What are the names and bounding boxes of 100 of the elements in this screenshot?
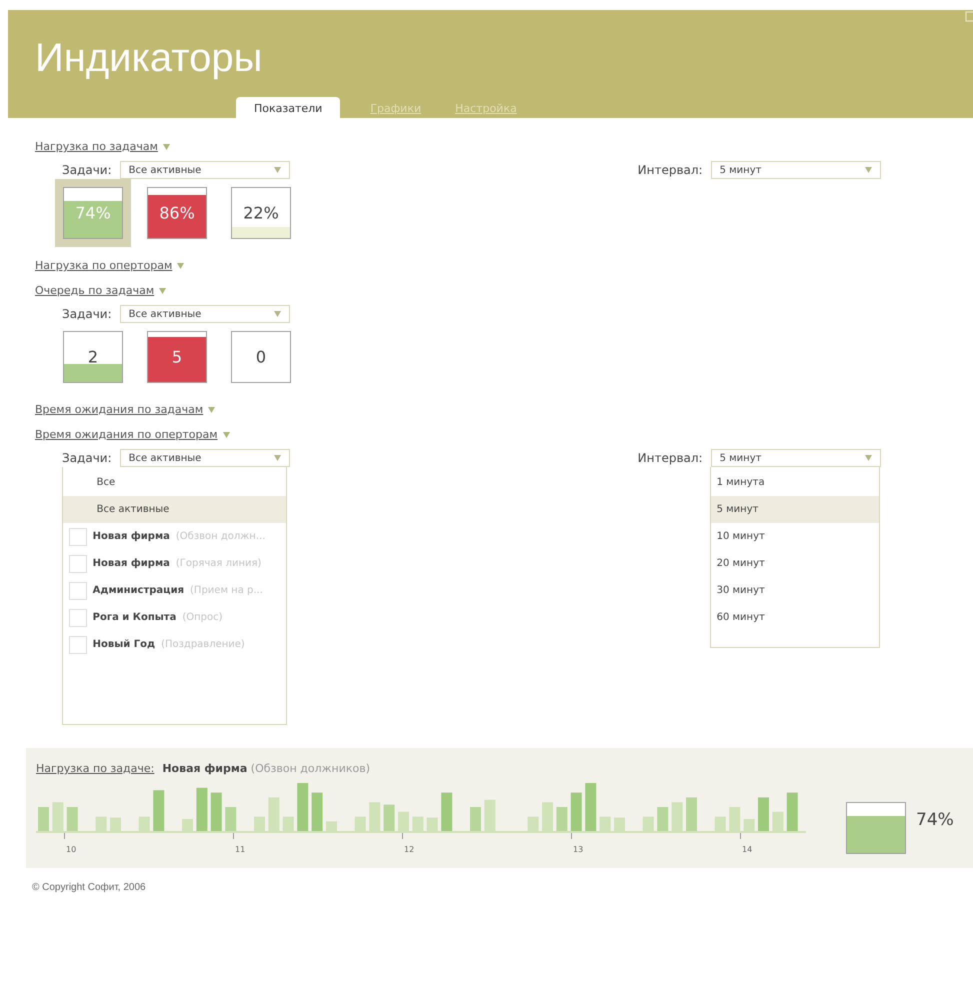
caret-icon <box>864 167 872 173</box>
option-note: (Прием на р... <box>190 585 263 596</box>
meter-value: 74% <box>74 204 112 222</box>
chart-bar <box>384 804 395 831</box>
chart-bar <box>657 807 668 831</box>
chart-bar <box>686 797 697 831</box>
chart-bar <box>153 790 164 831</box>
window-icon[interactable] <box>965 10 973 22</box>
chart-bar <box>470 807 481 831</box>
dropdown-option[interactable]: 10 минут <box>710 523 879 550</box>
chart-bar <box>297 783 308 831</box>
dropdown-option[interactable]: 5 минут <box>710 496 879 523</box>
chart-bar <box>312 792 323 831</box>
option-name[interactable]: Рога и Копыта <box>92 612 176 623</box>
dropdown-option[interactable]: 30 минут <box>710 577 879 604</box>
meter-value: 86% <box>158 204 196 222</box>
checkbox[interactable] <box>68 608 87 626</box>
chart-bar <box>426 818 438 831</box>
chart-bar <box>412 816 424 831</box>
chart-bar <box>326 821 337 831</box>
tab[interactable]: Показатели <box>236 97 340 118</box>
meter-value: 0 <box>254 348 268 366</box>
select-field[interactable]: Все активные <box>120 305 290 323</box>
select-field[interactable]: Все активные <box>120 161 290 179</box>
triangle-icon[interactable] <box>222 432 230 438</box>
chart-bar <box>744 819 755 831</box>
chart-bar <box>138 816 150 831</box>
field-label: Задачи: <box>62 307 112 321</box>
section-link[interactable]: Нагрузка по оперторам <box>35 259 172 272</box>
option-note: (Обзвон должн... <box>176 531 266 542</box>
chart-bar <box>484 800 496 831</box>
option-note: (Опрос) <box>182 612 223 623</box>
chart-bar <box>96 816 107 831</box>
triangle-icon[interactable] <box>177 262 184 268</box>
checkbox[interactable] <box>68 528 87 546</box>
meter-value: 5 <box>170 348 184 366</box>
caret-icon <box>274 167 281 173</box>
section-link[interactable]: Время ожидания по оперторам <box>35 428 218 441</box>
select-field[interactable]: 5 минут <box>710 161 881 179</box>
chart-bar <box>528 816 539 831</box>
chart-bar <box>52 802 64 831</box>
meter-value: 22% <box>242 204 280 222</box>
option-name[interactable]: Новый Год <box>92 639 156 650</box>
chart-bar <box>729 807 740 831</box>
section-link[interactable]: Нагрузка по задачам <box>35 140 158 153</box>
chart-bar <box>38 807 49 831</box>
chart-bar <box>758 797 769 831</box>
page-title: Индикаторы <box>34 35 262 81</box>
chart-bar <box>254 816 265 831</box>
chart-bar <box>542 802 553 831</box>
field-label: Интервал: <box>638 163 703 177</box>
chart-bar <box>714 816 726 831</box>
axis-label: 14 <box>742 845 752 854</box>
caret-icon <box>274 455 281 461</box>
chart-bar <box>614 818 625 831</box>
checkbox[interactable] <box>68 554 87 572</box>
dropdown-option[interactable]: Все активные <box>62 496 286 523</box>
triangle-icon[interactable] <box>162 144 170 150</box>
option-name[interactable]: Новая фирма <box>92 558 170 569</box>
field-label: Задачи: <box>62 451 112 465</box>
checkbox[interactable] <box>68 636 87 654</box>
option-name[interactable]: Новая фирма <box>92 531 170 542</box>
chart-bar <box>772 812 784 831</box>
chart-bar <box>196 788 208 831</box>
chart-bar <box>282 816 294 831</box>
dropdown-option[interactable]: 20 минут <box>710 550 879 577</box>
chart-bar <box>354 816 366 831</box>
chart-bar <box>398 812 409 831</box>
chart-bar <box>556 807 568 831</box>
meter-value: 74% <box>916 810 954 830</box>
dropdown-option[interactable]: 1 минута <box>710 469 879 496</box>
chart-bar <box>672 802 683 831</box>
chart-bar <box>182 819 193 831</box>
checkbox[interactable] <box>68 582 87 600</box>
triangle-icon[interactable] <box>208 406 216 412</box>
caret-icon <box>864 455 872 461</box>
select-field[interactable]: Все активные <box>120 449 290 467</box>
caret-icon <box>274 311 281 317</box>
field-label: Интервал: <box>638 451 703 465</box>
chart-bar <box>110 818 121 831</box>
chart-bar <box>585 783 596 831</box>
option-note: (Поздравление) <box>161 639 245 650</box>
dropdown-option[interactable]: 60 минут <box>710 604 879 631</box>
select-field[interactable]: 5 минут <box>710 449 881 467</box>
option-note: (Горячая линия) <box>176 558 262 569</box>
meter-value: 2 <box>86 348 100 366</box>
chart-bar <box>570 792 582 831</box>
option-name[interactable]: Администрация <box>92 585 184 596</box>
chart-bar <box>441 792 452 831</box>
task-name: Новая фирма (Обзвон должников) <box>162 762 370 775</box>
chart-bar <box>369 802 380 831</box>
section-link[interactable]: Очередь по задачам <box>35 284 154 297</box>
dropdown-option[interactable]: Все <box>62 469 286 496</box>
triangle-icon[interactable] <box>159 288 166 294</box>
axis-label: 12 <box>404 845 416 854</box>
copyright-text: © Copyright Софит, 2006 <box>32 882 147 893</box>
panel-link[interactable]: Нагрузка по задаче: <box>36 762 154 775</box>
field-label: Задачи: <box>62 163 112 177</box>
section-link[interactable]: Время ожидания по задачам <box>35 403 204 416</box>
axis-label: 13 <box>573 845 584 854</box>
